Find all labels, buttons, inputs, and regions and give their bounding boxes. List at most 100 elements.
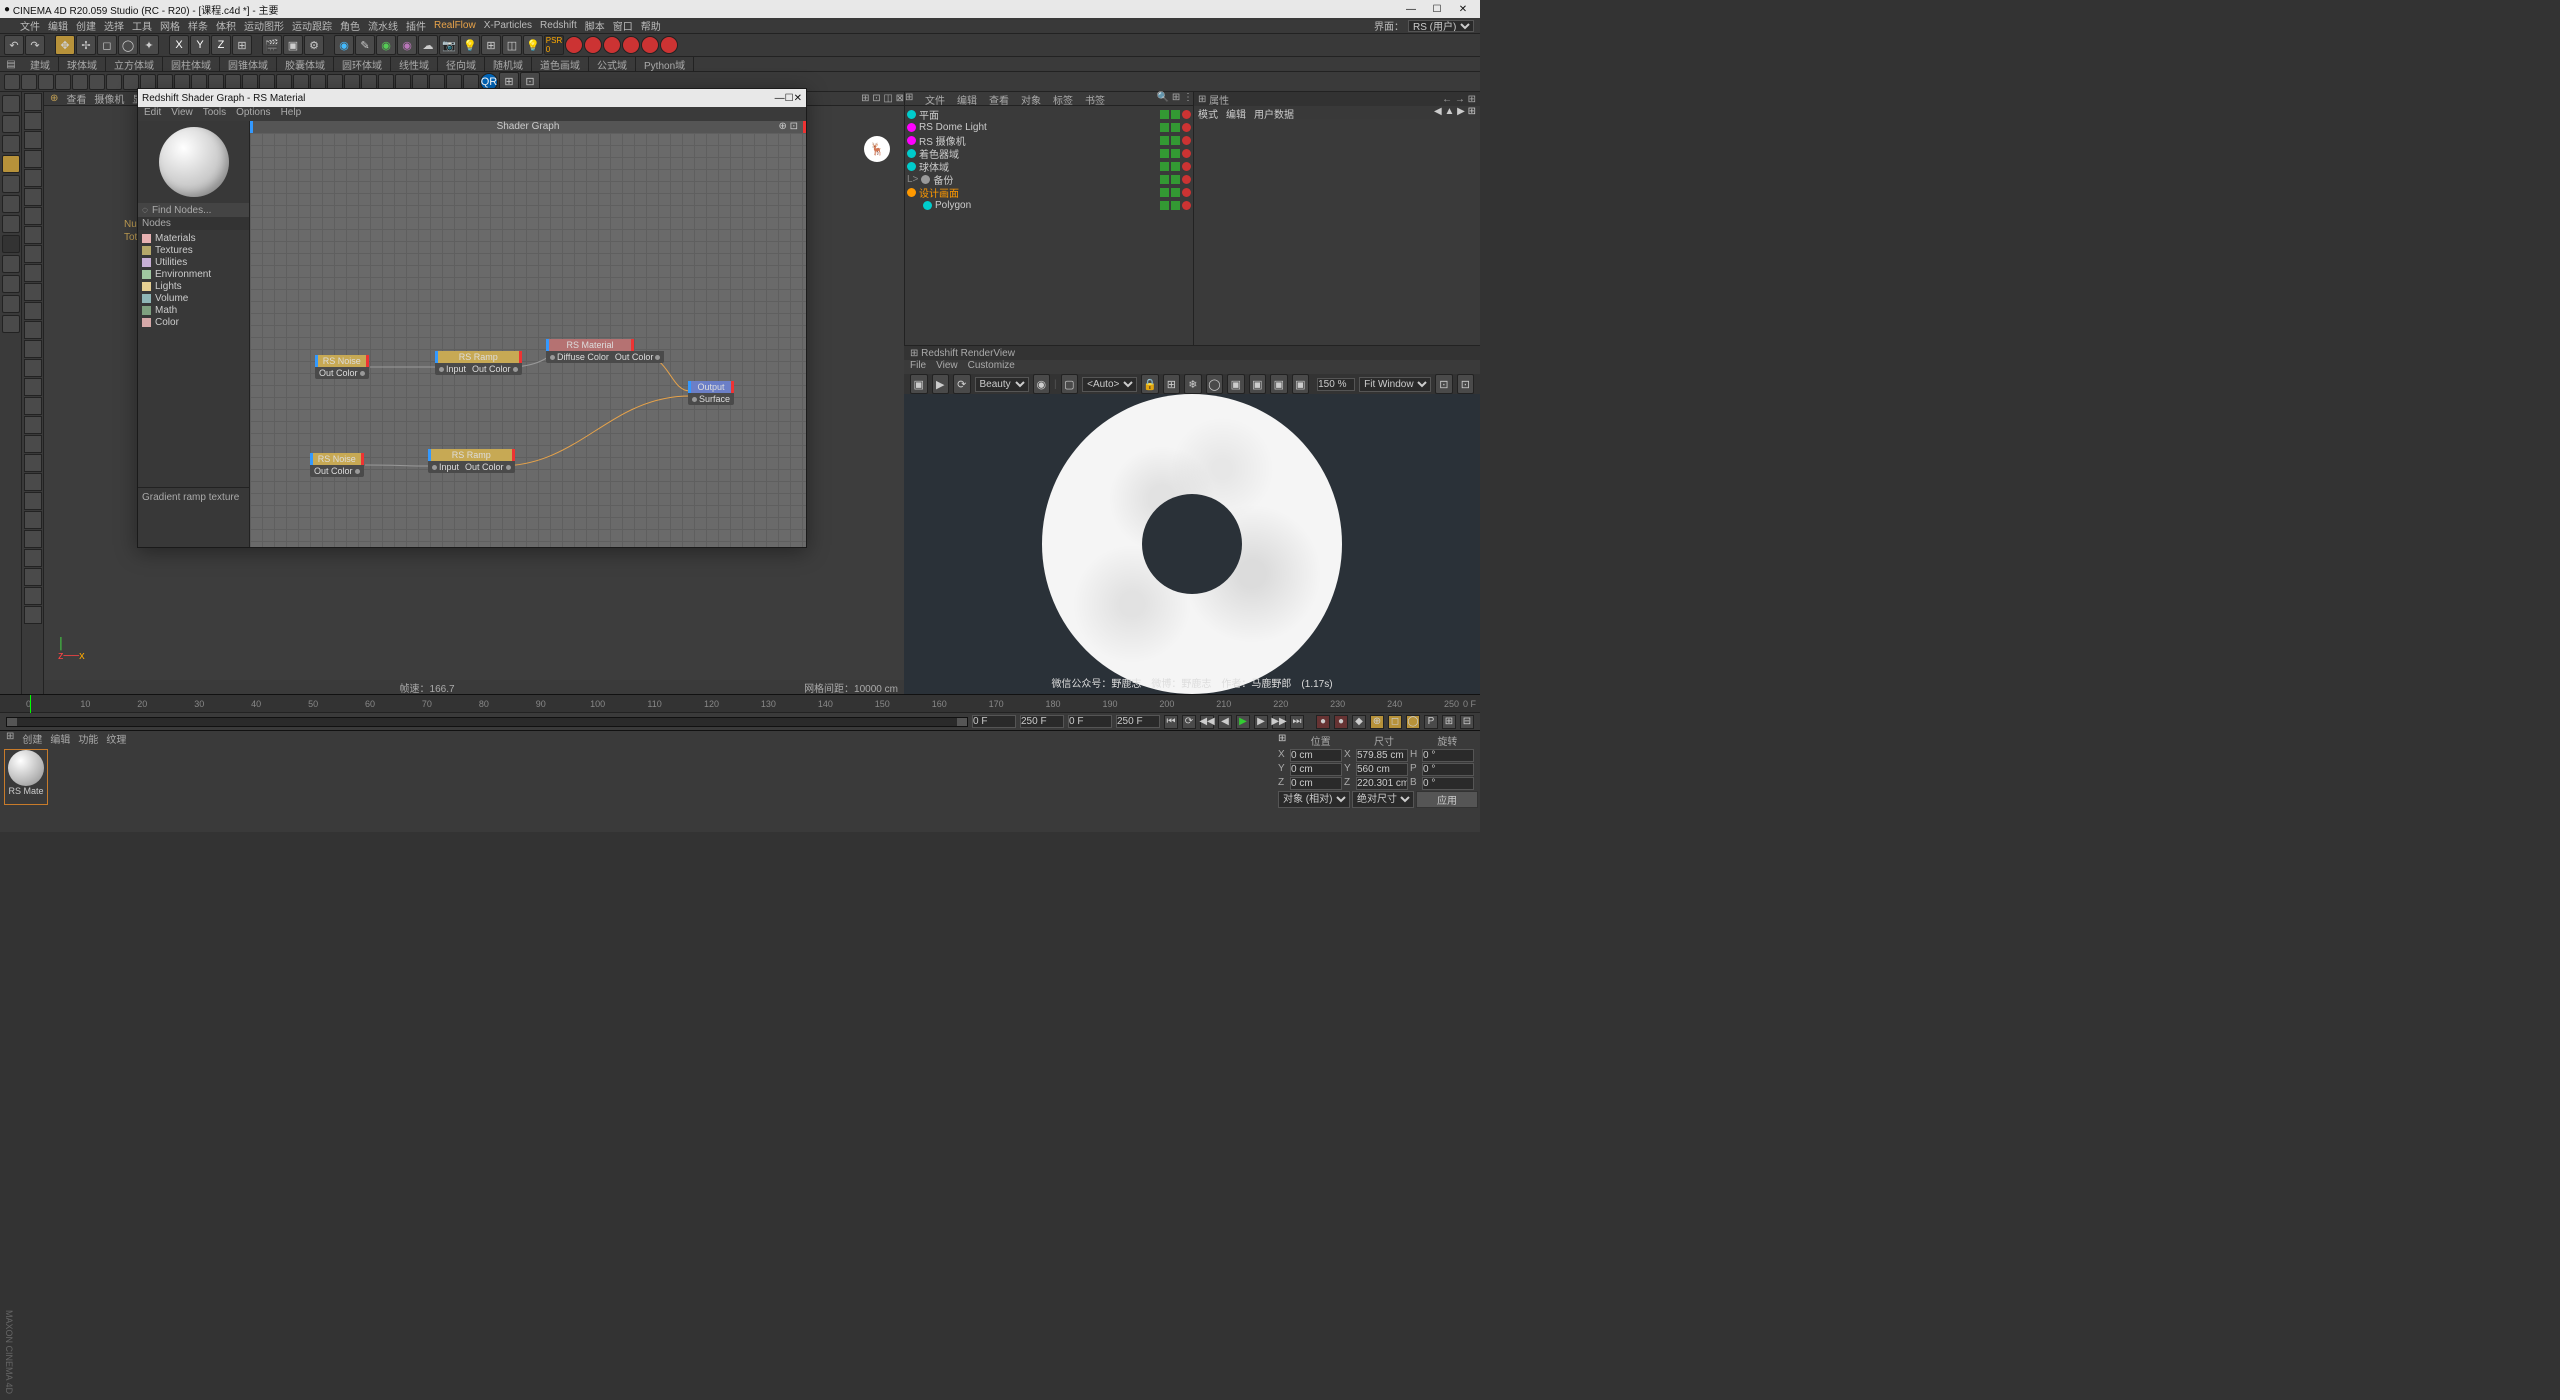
snap-option-icon[interactable] (24, 473, 42, 491)
edge-mode-icon[interactable] (2, 195, 20, 213)
rv-auto-select[interactable]: <Auto> (1082, 377, 1137, 392)
rv-bucket-icon[interactable]: ◉ (1033, 374, 1051, 394)
snap4-icon[interactable] (2, 315, 20, 333)
win-max[interactable]: ☐ (1424, 4, 1450, 15)
rv-grid-icon[interactable]: ⊞ (1163, 374, 1181, 394)
rv-snow-icon[interactable]: ❄ (1184, 374, 1202, 394)
rot-input[interactable] (1422, 763, 1474, 776)
snap-option-icon[interactable] (24, 207, 42, 225)
cube-icon[interactable]: ◉ (334, 35, 354, 55)
om-tab[interactable]: 书签 (1079, 92, 1111, 105)
subtool-icon[interactable] (106, 74, 122, 90)
axis-x-icon[interactable]: X (169, 35, 189, 55)
rv-circle-icon[interactable]: ◯ (1206, 374, 1224, 394)
rv-d-icon[interactable]: ▣ (1292, 374, 1310, 394)
menu-item[interactable]: 网格 (160, 18, 180, 33)
menu-item[interactable]: 帮助 (641, 18, 661, 33)
subtool-icon[interactable] (21, 74, 37, 90)
frame-tot-input[interactable] (1116, 715, 1160, 728)
pos-input[interactable] (1290, 777, 1342, 790)
rv-canvas[interactable]: 微信公众号：野鹿志 微博：野鹿志 作者：马鹿野郎 (1.17s) (904, 394, 1480, 694)
sw-menu-item[interactable]: Edit (144, 107, 161, 121)
key-rot-icon[interactable]: ◯ (1406, 715, 1420, 729)
size-input[interactable] (1356, 777, 1408, 790)
camera-icon[interactable]: 📷 (439, 35, 459, 55)
shader-graph-window[interactable]: Redshift Shader Graph - RS Material — ☐ … (137, 88, 807, 548)
record4-icon[interactable] (622, 36, 640, 54)
record6-icon[interactable] (660, 36, 678, 54)
menu-item[interactable]: Redshift (540, 20, 577, 31)
node-rs-noise-2[interactable]: RS Noise Out Color (310, 453, 364, 477)
snap-option-icon[interactable] (24, 112, 42, 130)
key-scl-icon[interactable]: ◻ (1388, 715, 1402, 729)
node-rs-ramp-2[interactable]: RS Ramp Input Out Color (428, 449, 515, 473)
size-input[interactable] (1356, 763, 1408, 776)
node-category[interactable]: Environment (142, 268, 245, 280)
field-tab[interactable]: 道色画域 (532, 57, 589, 72)
snap-option-icon[interactable] (24, 302, 42, 320)
goto-end-icon[interactable]: ⏭ (1290, 715, 1304, 729)
snap-option-icon[interactable] (24, 435, 42, 453)
field-tab[interactable]: Python域 (636, 57, 694, 72)
key-opt-icon[interactable]: ⊞ (1442, 715, 1456, 729)
rv-region-icon[interactable]: ▢ (1061, 374, 1079, 394)
vp-nav-icon[interactable]: ⊞ ⊡ ◫ ⊠ (861, 93, 904, 104)
snap-option-icon[interactable] (24, 169, 42, 187)
prev-frame-icon[interactable]: ◀ (1218, 715, 1232, 729)
record5-icon[interactable] (641, 36, 659, 54)
point-mode-icon[interactable] (2, 175, 20, 193)
menu-item[interactable]: 窗口 (613, 18, 633, 33)
rv-refresh-icon[interactable]: ⟳ (953, 374, 971, 394)
menu-item[interactable]: 选择 (104, 18, 124, 33)
attr-tab[interactable]: 模式 (1198, 106, 1218, 119)
field-tab[interactable]: 圆锥体域 (220, 57, 277, 72)
loop-icon[interactable]: ⟳ (1182, 715, 1196, 729)
select-tool-icon[interactable]: ✥ (55, 35, 75, 55)
node-category[interactable]: Lights (142, 280, 245, 292)
sw-menu-item[interactable]: Options (236, 107, 270, 121)
rv-play-icon[interactable]: ▶ (932, 374, 950, 394)
snap-option-icon[interactable] (24, 321, 42, 339)
coord-mode1-select[interactable]: 对象 (相对) (1278, 791, 1350, 808)
rv-menu-item[interactable]: Customize (968, 360, 1015, 374)
node-category[interactable]: Textures (142, 244, 245, 256)
sw-close-icon[interactable]: ✕ (794, 93, 802, 104)
redo-icon[interactable]: ↷ (25, 35, 45, 55)
win-close[interactable]: ✕ (1450, 4, 1476, 15)
node-rs-ramp[interactable]: RS Ramp Input Out Color (435, 351, 522, 375)
snap-option-icon[interactable] (24, 226, 42, 244)
snap-option-icon[interactable] (24, 150, 42, 168)
coord-apply-button[interactable]: 应用 (1416, 791, 1478, 808)
rv-lock-icon[interactable]: 🔒 (1141, 374, 1159, 394)
snap-option-icon[interactable] (24, 359, 42, 377)
menu-item[interactable]: 角色 (340, 18, 360, 33)
om-tab[interactable]: 文件 (919, 92, 951, 105)
object-row[interactable]: Polygon (907, 199, 1191, 212)
win-min[interactable]: — (1398, 4, 1424, 15)
menu-item[interactable]: 运动跟踪 (292, 18, 332, 33)
om-tab[interactable]: 标签 (1047, 92, 1079, 105)
subtool-icon[interactable] (89, 74, 105, 90)
field-tab[interactable]: 立方体域 (106, 57, 163, 72)
snap-option-icon[interactable] (24, 131, 42, 149)
key-pla-icon[interactable]: P (1424, 715, 1438, 729)
vp-tab[interactable]: 摄像机 (94, 91, 124, 106)
workplane-icon[interactable] (2, 155, 20, 173)
attr-tab[interactable]: 编辑 (1226, 106, 1246, 119)
pos-input[interactable] (1290, 749, 1342, 762)
object-row[interactable]: 设计画面 (907, 186, 1191, 199)
field-tab[interactable]: 球体域 (59, 57, 106, 72)
rv-zoom-input[interactable] (1317, 378, 1355, 391)
material-thumb[interactable]: RS Mate (4, 749, 48, 805)
autokey-icon[interactable]: ● (1334, 715, 1348, 729)
range-start-input[interactable] (972, 715, 1016, 728)
model-mode-icon[interactable] (2, 115, 20, 133)
menu-item[interactable]: 脚本 (585, 18, 605, 33)
snap-option-icon[interactable] (24, 397, 42, 415)
snap-option-icon[interactable] (24, 188, 42, 206)
mat-tab[interactable]: 功能 (78, 731, 98, 745)
om-tab[interactable]: 查看 (983, 92, 1015, 105)
object-row[interactable]: 着色器域 (907, 147, 1191, 160)
field-tab[interactable]: 径向域 (438, 57, 485, 72)
snap-option-icon[interactable] (24, 549, 42, 567)
